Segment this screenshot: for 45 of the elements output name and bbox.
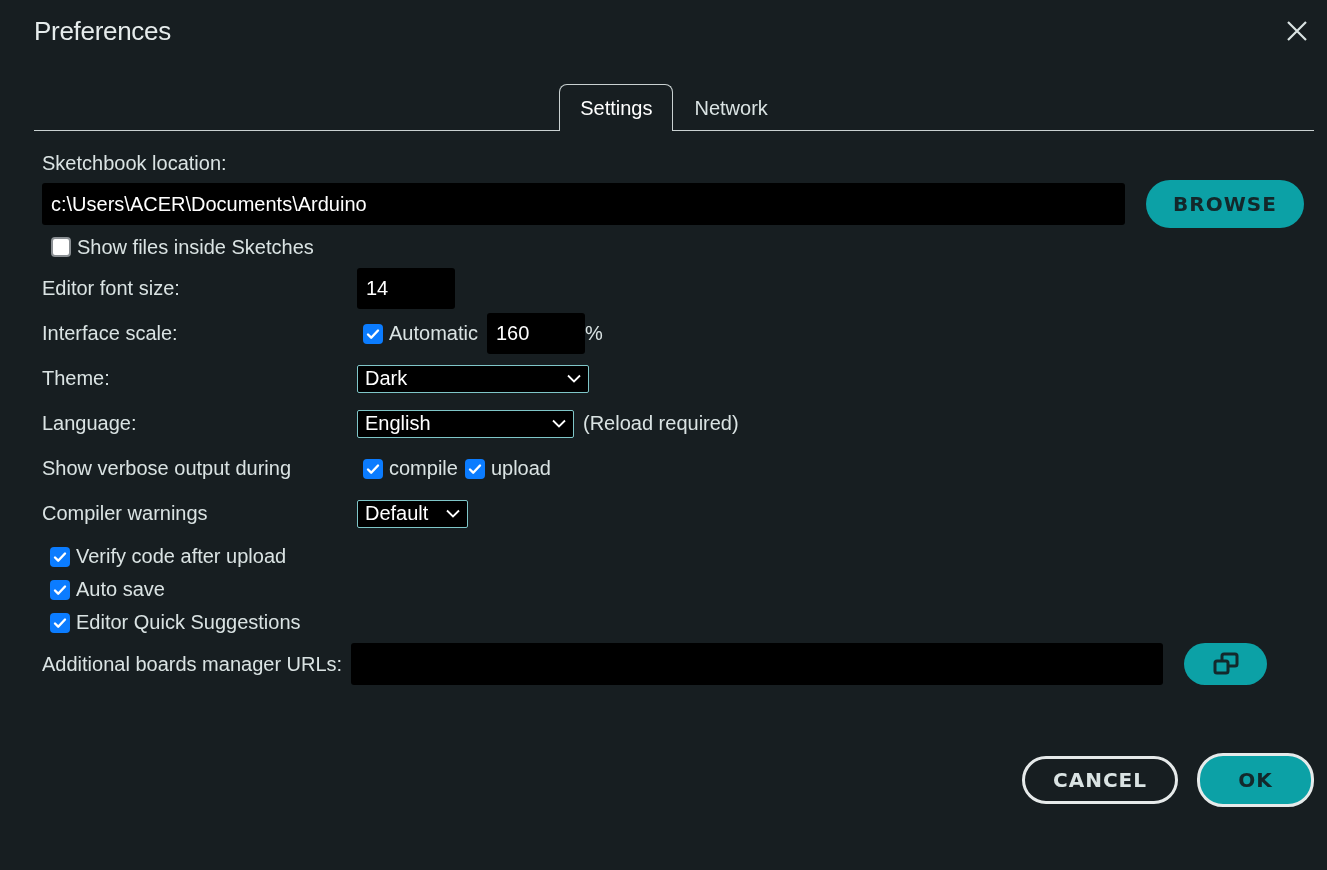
field-label: Sketchbook location: [42, 151, 228, 175]
checkbox[interactable] [464, 458, 485, 479]
warnings-dropdown[interactable]: Default [357, 499, 468, 528]
field-label: Theme: [42, 367, 111, 390]
dropdown-value: Default [365, 502, 429, 525]
close-icon[interactable] [1286, 20, 1308, 42]
field-label: Additional boards manager URLs: [42, 652, 343, 676]
path-field[interactable]: c:\Users\ACER\Documents\Arduino [42, 183, 1125, 225]
checkbox[interactable] [363, 323, 383, 344]
checkbox-label: upload [490, 457, 551, 480]
checkbox[interactable] [51, 237, 71, 257]
unit-label: % [584, 322, 603, 345]
checkbox-label: Editor Quick Suggestions [76, 611, 301, 634]
open-window-icon[interactable] [1184, 643, 1268, 685]
checkbox-label: compile [389, 457, 458, 480]
note-text: (Reload required) [583, 412, 739, 435]
caret-icon [552, 419, 566, 428]
caret-icon [567, 374, 581, 383]
field-label: Interface scale: [42, 322, 179, 345]
font-size-field[interactable]: 14 [357, 268, 455, 309]
checkbox-label: Show files inside Sketches [77, 235, 314, 259]
urls-field[interactable] [351, 643, 1164, 685]
field-label: Language: [42, 412, 138, 435]
checkbox-label: Auto save [76, 578, 165, 601]
ok-button[interactable]: OK [1197, 753, 1314, 807]
checkbox-label: Automatic [389, 322, 478, 345]
theme-dropdown[interactable]: Dark [357, 364, 589, 393]
tab[interactable]: Network [673, 84, 789, 131]
field-label: Editor font size: [42, 277, 181, 300]
dialog-title: Preferences [34, 15, 171, 47]
checkbox[interactable] [50, 546, 70, 567]
checkbox[interactable] [363, 458, 383, 479]
checkbox-label: Verify code after upload [76, 545, 287, 568]
dropdown-value: English [365, 412, 431, 435]
caret-icon [446, 509, 460, 518]
checkbox[interactable] [50, 612, 70, 633]
tab[interactable]: Settings [559, 84, 674, 131]
dropdown-value: Dark [365, 367, 408, 390]
scale-field[interactable]: 160 [486, 313, 585, 354]
field-label: Compiler warnings [42, 502, 209, 525]
browse-button[interactable]: BROWSE [1146, 180, 1304, 228]
field-label: Show verbose output during [42, 457, 293, 480]
checkbox[interactable] [50, 579, 70, 600]
cancel-button[interactable]: CANCEL [1022, 756, 1178, 804]
language-dropdown[interactable]: English [357, 409, 574, 438]
